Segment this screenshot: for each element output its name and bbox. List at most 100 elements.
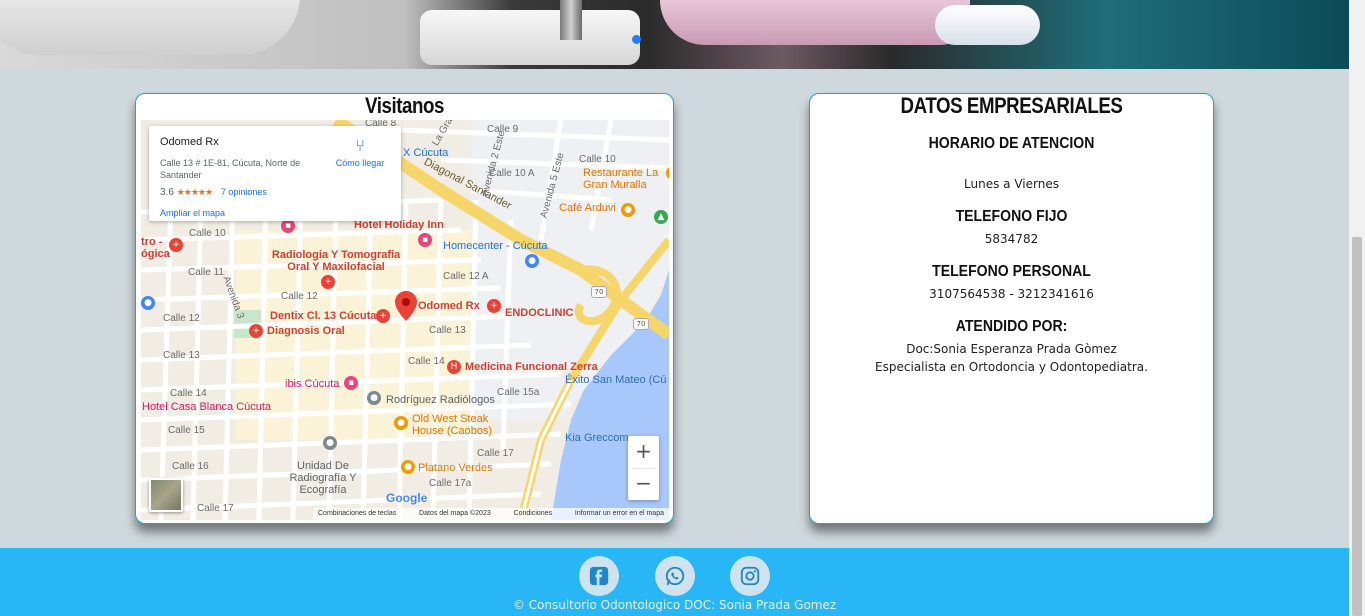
street-label: Calle 14 [408,356,445,367]
hospital-pin-icon[interactable]: + [321,275,335,289]
doctor-name: Doc:Sonia Esperanza Prada Gòmez [906,342,1117,356]
map-card: Visitanos Calle 8 Calle 9 La Gran Calle … [135,93,674,524]
footer: © Consultorio Odontologico DOC: Sonia Pr… [0,548,1349,616]
place-label[interactable]: Odomed Rx [418,300,480,312]
copyright-text: © Consultorio Odontologico DOC: Sonia Pr… [512,598,837,612]
terms-link[interactable]: Condiciones [514,508,553,520]
zoom-in-button[interactable]: + [628,436,659,468]
map-attribution: Combinaciones de teclas Datos del mapa ©… [313,508,669,520]
street-label: Calle 10 [189,228,226,239]
street-label: Calle 15a [497,387,540,398]
directions-button[interactable]: ⑂ Cómo llegar [331,138,389,168]
street-label: Calle 15 [168,425,205,436]
park-pin-icon[interactable]: ▲ [654,210,668,224]
map-data-text: Datos del mapa ©2023 [419,510,491,517]
landline-heading: TELEFONO FIJO [955,208,1068,225]
map-title: Visitanos [365,93,444,118]
hospital-pin-icon[interactable]: H [447,360,461,374]
business-title: DATOS EMPRESARIALES [900,93,1123,118]
place-label[interactable]: Old West Steak House (Caobos) [412,413,502,437]
restaurant-pin-icon[interactable]: ● [394,416,408,430]
place-label[interactable]: X Cúcuta [403,147,448,159]
zoom-controls: + − [628,436,659,500]
landline-number: 5834782 [984,232,1039,246]
info-place-name: Odomed Rx [160,136,219,148]
place-label[interactable]: Diagnosis Oral [267,325,345,337]
place-label[interactable]: Kia Greccom [565,432,629,444]
instagram-icon [740,566,760,586]
facebook-button[interactable] [579,556,619,596]
street-label: Calle 13 [163,350,200,361]
street-label: Calle 11 [188,267,224,278]
instagram-button[interactable] [730,556,770,596]
place-label[interactable]: Café Arduvi [559,202,616,214]
route-shield-icon: 70 [591,286,607,298]
shop-pin-icon[interactable]: ● [525,254,539,268]
rating-value: 3.6 [160,187,174,198]
hotel-pin-icon[interactable]: ▪ [344,376,358,390]
place-label[interactable]: Éxito San Mateo (Cú [565,374,667,386]
google-map[interactable]: Calle 8 Calle 9 La Gran Calle 10 Calle 1… [141,120,669,520]
keyboard-shortcuts-link[interactable]: Combinaciones de teclas [318,508,396,520]
whatsapp-button[interactable] [655,556,695,596]
street-label: Calle 12 [163,313,200,324]
hotel-pin-icon[interactable]: ▪ [418,233,432,247]
satellite-view-toggle[interactable] [149,478,183,512]
street-label: Calle 13 [429,325,466,336]
business-info-card: DATOS EMPRESARIALES HORARIO DE ATENCION … [809,93,1214,524]
street-label: Calle 17 [477,448,514,459]
place-pin-icon[interactable]: ● [367,391,381,405]
street-label: Calle 16 [172,461,209,472]
place-label[interactable]: Homecenter - Cúcuta [443,240,548,252]
facebook-icon [589,566,609,586]
directions-icon: ⑂ [355,138,365,155]
selected-location-pin-icon[interactable] [395,291,417,321]
info-address: Calle 13 # 1E-81, Cúcuta, Norte de Santa… [160,158,301,180]
star-rating-icon: ★★★★★ [176,187,213,197]
place-label[interactable]: Unidad De Radiografía Y Ecografía [273,460,373,496]
mobile-numbers: 3107564538 - 3212341616 [929,287,1094,301]
hospital-pin-icon[interactable]: + [169,238,183,252]
place-label[interactable]: Dentix Cl. 13 Cúcuta [270,310,376,322]
doctor-specialty: Especialista en Ortodoncia y Odontopedia… [875,360,1148,374]
place-label[interactable]: Hotel Casa Blanca Cúcuta [142,401,271,413]
attended-heading: ATENDIDO POR: [955,318,1068,335]
page-scrollbar[interactable] [1349,0,1365,616]
place-label[interactable]: Restaurante La Gran Muralla [583,167,663,191]
place-label[interactable]: ibis Cúcuta [285,378,339,390]
carousel-indicator[interactable] [632,35,641,44]
route-shield-icon: 70 [633,318,649,330]
info-rating: 3.6 ★★★★★ 7 opiniones [160,187,267,198]
scrollbar-thumb[interactable] [1352,237,1362,616]
place-label[interactable]: Radiologia Y Tomografia Oral Y Maxilofac… [266,249,406,273]
reviews-link[interactable]: 7 opiniones [221,187,267,197]
zoom-out-button[interactable]: − [628,468,659,500]
restaurant-pin-icon[interactable]: ● [401,460,415,474]
cafe-pin-icon[interactable]: ● [621,203,635,217]
place-label[interactable]: ENDOCLINIC [505,307,573,319]
schedule-text: Lunes a Viernes [964,177,1059,191]
place-label[interactable]: Platano Verdes [418,462,493,474]
street-label: Calle 12 [281,291,318,302]
google-logo: Google [386,491,428,505]
hospital-pin-icon[interactable]: + [487,299,501,313]
report-error-link[interactable]: Informar un error en el mapa [575,508,664,520]
place-label[interactable]: Rodríguez Radiólogos [386,394,495,406]
place-label[interactable]: Medicina Funcional Zerra [465,361,598,373]
schedule-heading: HORARIO DE ATENCION [928,135,1095,152]
map-info-window: Odomed Rx Calle 13 # 1E-81, Cúcuta, Nort… [149,126,401,221]
hospital-pin-icon[interactable]: + [376,309,390,323]
enlarge-map-link[interactable]: Ampliar el mapa [160,208,225,218]
whatsapp-icon [665,566,685,586]
place-pin-icon[interactable]: ● [323,436,337,450]
hero-banner-image [0,0,1349,69]
hospital-pin-icon[interactable]: + [249,324,263,338]
street-label: Calle 17 [197,503,234,514]
shop-pin-icon[interactable]: ● [141,296,155,310]
street-label: Calle 17a [429,478,472,489]
hotel-pin-icon[interactable]: ▪ [281,219,295,233]
directions-label: Cómo llegar [335,158,385,168]
mobile-heading: TELEFONO PERSONAL [932,263,1091,280]
street-label: Calle 10 [579,154,616,165]
street-label: Calle 14 [170,388,207,399]
